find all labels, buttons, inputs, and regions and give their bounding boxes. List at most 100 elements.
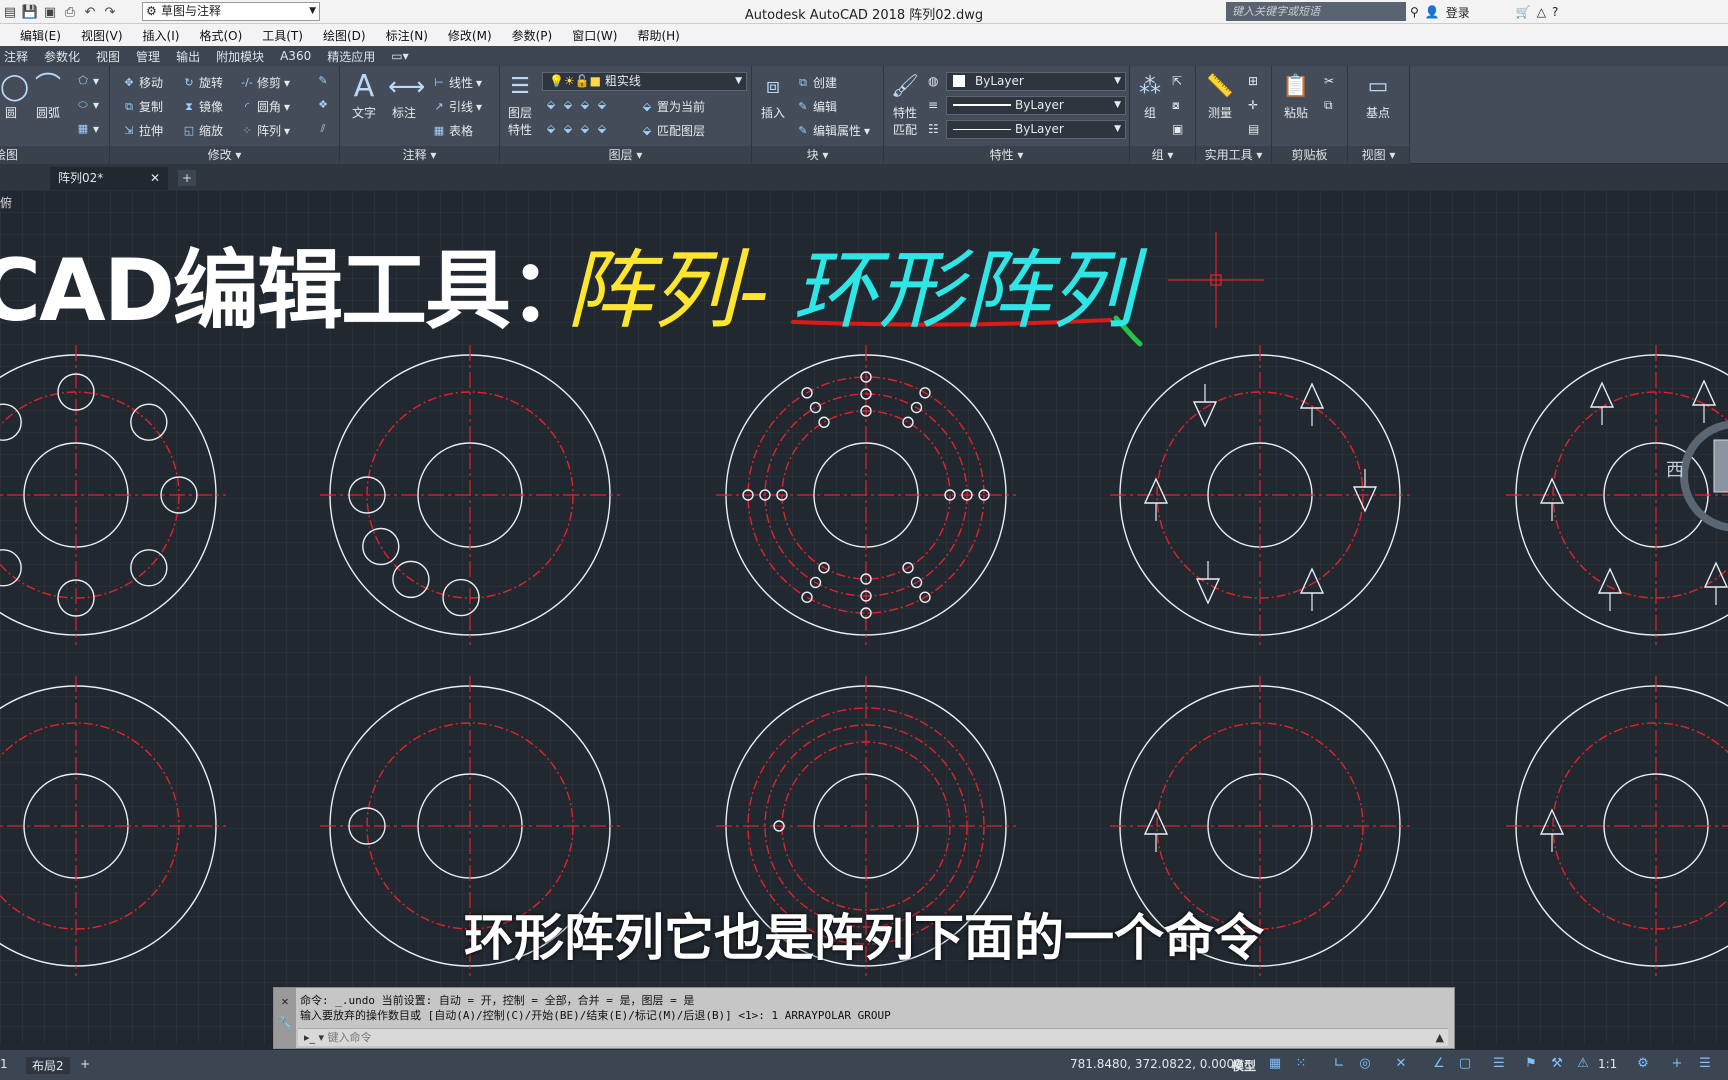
- color-dropdown[interactable]: ByLayer ▼: [946, 72, 1126, 91]
- panel-properties-title[interactable]: 特性 ▾: [884, 146, 1129, 164]
- panel-annotation-title[interactable]: 注释 ▾: [340, 146, 499, 164]
- saveas-icon[interactable]: ▣: [40, 2, 60, 22]
- menu-format[interactable]: 格式(O): [189, 27, 252, 44]
- chevron-up-icon[interactable]: ▲: [1436, 1029, 1444, 1046]
- redo-icon[interactable]: ↷: [100, 2, 120, 22]
- menu-parametric[interactable]: 参数(P): [502, 27, 563, 44]
- customize-icon[interactable]: ☰: [1696, 1055, 1714, 1073]
- grid-icon[interactable]: ▦: [1266, 1055, 1284, 1073]
- annotation-visibility-icon[interactable]: ⚑: [1522, 1055, 1540, 1073]
- cut-icon[interactable]: ✂: [1324, 74, 1334, 88]
- explode-button[interactable]: ❖: [316, 98, 330, 112]
- lineweight-dropdown[interactable]: ByLayer ▼: [946, 96, 1126, 115]
- trim-button[interactable]: -/- 修剪 ▾: [240, 74, 290, 91]
- tab-view[interactable]: 视图: [88, 48, 128, 65]
- viewcube-west[interactable]: 西: [1666, 456, 1684, 482]
- save-icon[interactable]: 💾: [20, 2, 40, 22]
- rotate-button[interactable]: ↻ 旋转: [182, 74, 223, 91]
- move-button[interactable]: ✥ 移动: [122, 74, 163, 91]
- tab-parametric[interactable]: 参数化: [36, 48, 88, 65]
- osnap-icon[interactable]: ✕: [1392, 1055, 1410, 1073]
- linear-button[interactable]: ⊢ 线性 ▾: [432, 74, 482, 91]
- match-properties-button[interactable]: 🖌 特性 匹配: [888, 70, 922, 138]
- id-point-icon[interactable]: ✛: [1248, 98, 1258, 112]
- circle-button[interactable]: ◯ 圆: [0, 70, 29, 121]
- menu-draw[interactable]: 绘图(D): [313, 27, 376, 44]
- create-block-button[interactable]: ⧉ 创建: [796, 74, 837, 91]
- polygon-button[interactable]: ⬠ ▾: [76, 74, 99, 88]
- panel-modify-title[interactable]: 修改 ▾: [110, 146, 339, 164]
- cart-icon[interactable]: 🛒: [1516, 5, 1531, 19]
- panel-layers-title[interactable]: 图层 ▾: [500, 146, 751, 164]
- dimension-button[interactable]: ⟷ 标注: [388, 70, 425, 121]
- snap-icon[interactable]: ⁙: [1292, 1055, 1310, 1073]
- menu-tools[interactable]: 工具(T): [252, 27, 313, 44]
- add-layout-button[interactable]: +: [80, 1057, 90, 1071]
- help-icon[interactable]: ?: [1552, 5, 1558, 19]
- array-button[interactable]: ⁘ 阵列 ▾: [240, 122, 290, 139]
- menu-modify[interactable]: 修改(M): [438, 27, 502, 44]
- tab-addins[interactable]: 附加模块: [208, 48, 272, 65]
- viewcube[interactable]: 西: [1666, 404, 1728, 534]
- edit-attr-button[interactable]: ✎ 编辑属性 ▾: [796, 122, 870, 139]
- make-current-button[interactable]: ⬙ 置为当前: [640, 98, 705, 115]
- menu-edit[interactable]: 编辑(E): [0, 27, 71, 44]
- panel-draw-title[interactable]: 绘图: [0, 146, 109, 164]
- exchange-icon[interactable]: △: [1537, 5, 1546, 19]
- copy-button[interactable]: ⧉ 复制: [122, 98, 163, 115]
- panel-block-title[interactable]: 块 ▾: [752, 146, 883, 164]
- plus-icon[interactable]: +: [1668, 1055, 1686, 1073]
- polar-icon[interactable]: ◎: [1356, 1055, 1374, 1073]
- match-layer-button[interactable]: ⬙ 匹配图层: [640, 122, 705, 139]
- file-tab-array02[interactable]: 阵列02* ✕: [50, 167, 168, 190]
- ellipse-button[interactable]: ⬭ ▾: [76, 98, 99, 112]
- measure-button[interactable]: 📏 测量: [1200, 70, 1240, 121]
- ribbon-toggle-icon[interactable]: ▭▾: [383, 49, 416, 63]
- binoculars-icon[interactable]: ⚲: [1410, 5, 1419, 19]
- arc-button[interactable]: ⌒ 圆弧: [30, 70, 66, 121]
- selection-icon[interactable]: ▢: [1456, 1055, 1474, 1073]
- mirror-button[interactable]: ⧗ 镜像: [182, 98, 223, 115]
- group-edit-icon[interactable]: ⧇: [1172, 98, 1180, 113]
- login-button[interactable]: 登录: [1446, 4, 1470, 21]
- offset-button[interactable]: ⫽: [316, 122, 330, 136]
- text-button[interactable]: A 文字: [348, 70, 380, 121]
- auto-scale-icon[interactable]: ⚒: [1548, 1055, 1566, 1073]
- menu-insert[interactable]: 插入(I): [133, 27, 190, 44]
- panel-groups-title[interactable]: 组 ▾: [1130, 146, 1195, 164]
- stretch-button[interactable]: ⇲ 拉伸: [122, 122, 163, 139]
- menu-icon[interactable]: ☰: [1490, 1055, 1508, 1073]
- menu-help[interactable]: 帮助(H): [627, 27, 689, 44]
- leader-button[interactable]: ↗ 引线 ▾: [432, 98, 482, 115]
- hatch-button[interactable]: ▦ ▾: [76, 122, 99, 136]
- copy-clip-icon[interactable]: ⧉: [1324, 98, 1333, 113]
- gear-icon[interactable]: ⚙: [1634, 1055, 1652, 1073]
- linetype-dropdown[interactable]: ByLayer ▼: [946, 120, 1126, 139]
- insert-button[interactable]: ⧈ 插入: [756, 70, 790, 121]
- layer-tools-row2[interactable]: ⬙ ⬙ ⬙ ⬙: [544, 122, 609, 136]
- paste-button[interactable]: 📋 粘贴: [1276, 70, 1316, 121]
- group-button[interactable]: ⁂ 组: [1134, 70, 1166, 121]
- close-icon[interactable]: ✕: [274, 994, 296, 1008]
- tab-a360[interactable]: A360: [272, 49, 319, 63]
- layout-tab-layout2[interactable]: 布局2: [26, 1057, 70, 1074]
- panel-clipboard-title[interactable]: 剪贴板: [1272, 146, 1347, 164]
- scale-button[interactable]: ◱ 缩放: [182, 122, 223, 139]
- ortho-icon[interactable]: ∟: [1330, 1055, 1348, 1073]
- layout-tab-model-partial[interactable]: 1: [0, 1057, 8, 1071]
- annotation-scale-icon[interactable]: ⚠: [1574, 1055, 1592, 1073]
- coordinates-readout[interactable]: 781.8480, 372.0822, 0.0000: [1070, 1057, 1242, 1071]
- panel-view-title[interactable]: 视图 ▾: [1348, 146, 1409, 164]
- quick-calc-icon[interactable]: ⊞: [1248, 74, 1258, 88]
- workspace-dropdown[interactable]: ⚙ 草图与注释 ▼: [142, 2, 320, 21]
- new-tab-button[interactable]: +: [178, 170, 196, 186]
- undo-icon[interactable]: ↶: [80, 2, 100, 22]
- tab-manage[interactable]: 管理: [128, 48, 168, 65]
- menu-view[interactable]: 视图(V): [71, 27, 133, 44]
- erase-button[interactable]: ✎: [316, 74, 330, 88]
- fillet-button[interactable]: ◜ 圆角 ▾: [240, 98, 290, 115]
- menu-window[interactable]: 窗口(W): [562, 27, 627, 44]
- layer-properties-button[interactable]: ☰ 图层 特性: [504, 70, 536, 138]
- base-button[interactable]: ▭ 基点: [1356, 70, 1400, 121]
- model-space-toggle[interactable]: 模型: [1232, 1057, 1256, 1074]
